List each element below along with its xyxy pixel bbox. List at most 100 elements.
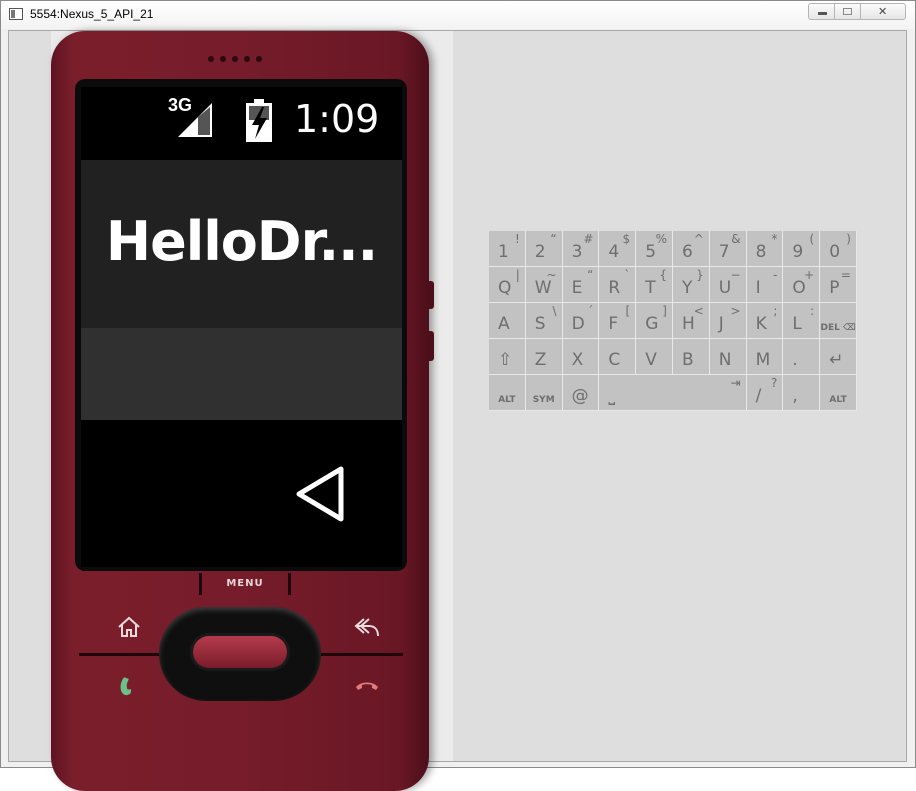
key-alt-label: # <box>583 232 594 246</box>
back-arrow-icon[interactable] <box>353 613 381 641</box>
volume-up-button[interactable] <box>428 281 434 309</box>
sym-key[interactable]: SYM <box>525 375 563 411</box>
key-alt-label: ( <box>809 232 815 246</box>
keyboard-key[interactable]: 2 “ <box>525 231 563 267</box>
keyboard-key[interactable]: H < <box>673 303 710 339</box>
key-label: 6 <box>682 242 693 262</box>
key-alt-label: ^ <box>693 232 704 246</box>
key-label: X <box>571 350 584 370</box>
keyboard-key[interactable]: J > <box>709 303 747 339</box>
key-label: 7 <box>718 242 730 262</box>
key-label: K <box>755 314 767 334</box>
device-screen[interactable]: 3G 1:09 HelloDr... <box>81 87 402 567</box>
key-alt-label: * <box>771 232 778 246</box>
key-label: Q <box>498 278 512 298</box>
volume-down-button[interactable] <box>428 331 434 361</box>
key-alt-label: - <box>773 268 778 282</box>
keyboard-key[interactable]: X <box>562 339 600 375</box>
keyboard-key[interactable]: 0) <box>820 231 857 267</box>
key-label: J <box>718 314 724 334</box>
key-label: U <box>718 278 732 298</box>
keyboard-key[interactable]: 7 & <box>709 231 747 267</box>
keyboard-key[interactable]: 8 * <box>746 231 784 267</box>
at-key[interactable]: @ <box>562 375 600 411</box>
trackball-dpad[interactable] <box>159 607 321 701</box>
keyboard-key[interactable]: M <box>746 339 784 375</box>
key-label: SYM <box>532 395 555 405</box>
keyboard-key[interactable]: 4 $ <box>599 231 637 267</box>
key-label: F <box>608 314 619 334</box>
keyboard-key[interactable]: DEL ⌫ <box>820 303 857 339</box>
keyboard-key[interactable]: S \ <box>525 303 563 339</box>
nav-back-icon[interactable] <box>295 465 347 523</box>
keyboard-key[interactable]: R ` <box>599 267 637 303</box>
keyboard-key[interactable]: G] <box>636 303 673 339</box>
keyboard-key[interactable]: W ~ <box>525 267 563 303</box>
keyboard-key[interactable]: P = <box>820 267 857 303</box>
dpad-center-button[interactable] <box>193 636 287 668</box>
keyboard-key[interactable]: E “ <box>562 267 600 303</box>
menu-hardware-button[interactable]: MENU <box>199 571 291 596</box>
keyboard-key[interactable]: 5% <box>636 231 673 267</box>
keyboard-key[interactable]: 1! <box>489 231 526 267</box>
keyboard-key[interactable]: 6 ^ <box>673 231 710 267</box>
slash-key[interactable]: /? <box>746 375 784 411</box>
key-label: Y <box>682 278 693 298</box>
key-label: V <box>645 350 657 370</box>
keyboard-key[interactable]: 9( <box>783 231 821 267</box>
minimize-button[interactable] <box>808 3 835 20</box>
key-label: 9 <box>792 242 804 262</box>
window-icon <box>9 8 23 20</box>
keyboard-key[interactable]: N <box>709 339 747 375</box>
keyboard-key[interactable]: K; <box>746 303 784 339</box>
key-label: S <box>534 314 546 334</box>
keyboard-key[interactable]: D ´ <box>562 303 600 339</box>
keyboard-key[interactable]: L: <box>783 303 821 339</box>
call-icon[interactable] <box>113 671 141 699</box>
keyboard-key[interactable]: F[ <box>599 303 637 339</box>
key-alt-label: ; <box>773 304 778 318</box>
key-label: E <box>571 278 583 298</box>
emulator-keyboard: 1! 2 “3 #4 $5% 6 ^ 7 & 8 * 9(0) Q | W ~ E “R ` T{Y} U − I - O + P =… <box>489 231 857 411</box>
title-bar[interactable]: 5554:Nexus_5_API_21 <box>1 1 915 29</box>
key-label: ↵ <box>829 350 844 370</box>
key-alt-label: ` <box>624 268 631 282</box>
emulator-window: 5554:Nexus_5_API_21 3G <box>0 0 916 791</box>
keyboard-key[interactable]: V <box>636 339 673 375</box>
app-content-area[interactable] <box>81 328 402 420</box>
keyboard-key[interactable]: U − <box>709 267 747 303</box>
key-alt-label: & <box>731 232 741 246</box>
keyboard-key[interactable]: O + <box>783 267 821 303</box>
key-label: ALT <box>829 395 847 405</box>
key-alt-label: ⇥ <box>730 376 741 390</box>
phone-body: 3G 1:09 HelloDr... MENU <box>51 31 429 791</box>
keyboard-key[interactable]: Y} <box>673 267 710 303</box>
keyboard-key[interactable]: ⇧ <box>489 339 526 375</box>
keyboard-key[interactable]: Z <box>525 339 563 375</box>
key-alt-label: ] <box>662 304 667 318</box>
key-label: B <box>682 350 694 370</box>
keyboard-key[interactable]: ↵ <box>820 339 857 375</box>
keyboard-key[interactable]: I- <box>746 267 784 303</box>
alt-key[interactable]: ALT <box>489 375 526 411</box>
keyboard-key[interactable]: . <box>783 339 821 375</box>
key-label: , <box>792 386 798 406</box>
keyboard-key[interactable]: A <box>489 303 526 339</box>
keyboard-key[interactable]: C <box>599 339 637 375</box>
alt-key[interactable]: ALT <box>820 375 857 411</box>
maximize-button[interactable] <box>834 3 861 20</box>
space-key[interactable]: ⎵ ⇥ <box>599 375 747 411</box>
key-alt-label: ! <box>514 232 520 246</box>
close-button[interactable] <box>860 3 906 20</box>
keyboard-key[interactable]: T{ <box>636 267 673 303</box>
end-call-icon[interactable] <box>353 671 381 699</box>
keyboard-key[interactable]: 3 # <box>562 231 600 267</box>
key-alt-label: \ <box>552 304 557 318</box>
keyboard-key[interactable]: B <box>673 339 710 375</box>
key-alt-label: ´ <box>587 304 594 318</box>
home-icon[interactable] <box>115 613 143 641</box>
key-label: P <box>829 278 840 298</box>
comma-key[interactable]: , <box>783 375 821 411</box>
key-alt-label: ? <box>771 376 778 390</box>
keyboard-key[interactable]: Q | <box>489 267 526 303</box>
